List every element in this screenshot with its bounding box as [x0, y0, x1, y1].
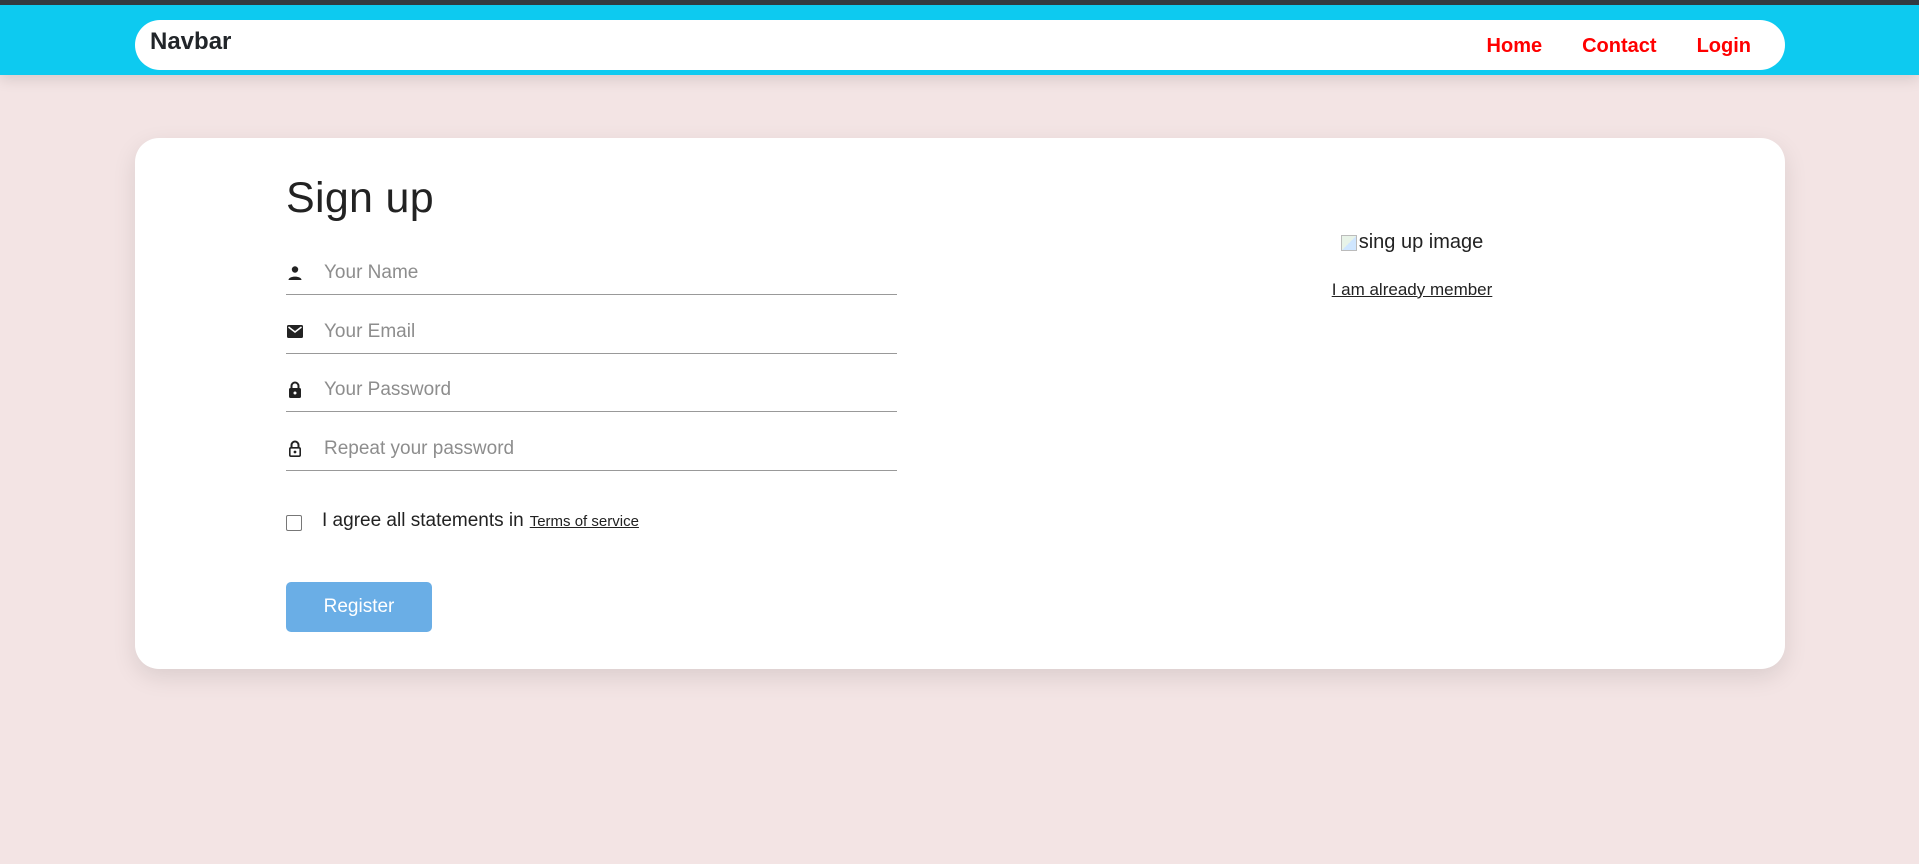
broken-image-icon [1340, 234, 1357, 251]
already-member-link[interactable]: I am already member [1277, 280, 1547, 300]
agree-row: I agree all statements in Terms of servi… [286, 510, 639, 532]
repeat-password-input[interactable] [324, 427, 897, 470]
email-input[interactable] [324, 310, 897, 353]
nav-link-home[interactable]: Home [1487, 35, 1543, 58]
navbar-brand[interactable]: Navbar [150, 28, 231, 56]
page-title: Sign up [286, 174, 434, 222]
name-field-row [286, 251, 897, 295]
nav-link-login[interactable]: Login [1697, 35, 1751, 58]
signup-card: Sign up I agree all statements in Terms … [135, 138, 1785, 669]
lock-outline-icon [287, 440, 303, 457]
email-icon [287, 324, 303, 340]
password-field-row [286, 368, 897, 412]
nav-link-contact[interactable]: Contact [1582, 35, 1656, 58]
name-input[interactable] [324, 251, 897, 294]
agree-checkbox[interactable] [286, 515, 302, 531]
register-button[interactable]: Register [286, 582, 432, 632]
password-input[interactable] [324, 368, 897, 411]
person-icon [287, 265, 303, 281]
signup-image-alt-text: sing up image [1358, 231, 1484, 253]
email-field-row [286, 310, 897, 354]
signup-image: sing up image [1340, 231, 1484, 254]
repeat-password-field-row [286, 427, 897, 471]
lock-icon [287, 381, 303, 398]
terms-of-service-link[interactable]: Terms of service [530, 513, 639, 530]
nav-links: Home Contact Login [1487, 35, 1751, 58]
navbar: Navbar Home Contact Login [135, 20, 1785, 70]
top-bar: Navbar Home Contact Login [0, 0, 1919, 75]
signup-image-column: sing up image I am already member [1277, 231, 1547, 300]
agree-label: I agree all statements in [322, 510, 524, 531]
